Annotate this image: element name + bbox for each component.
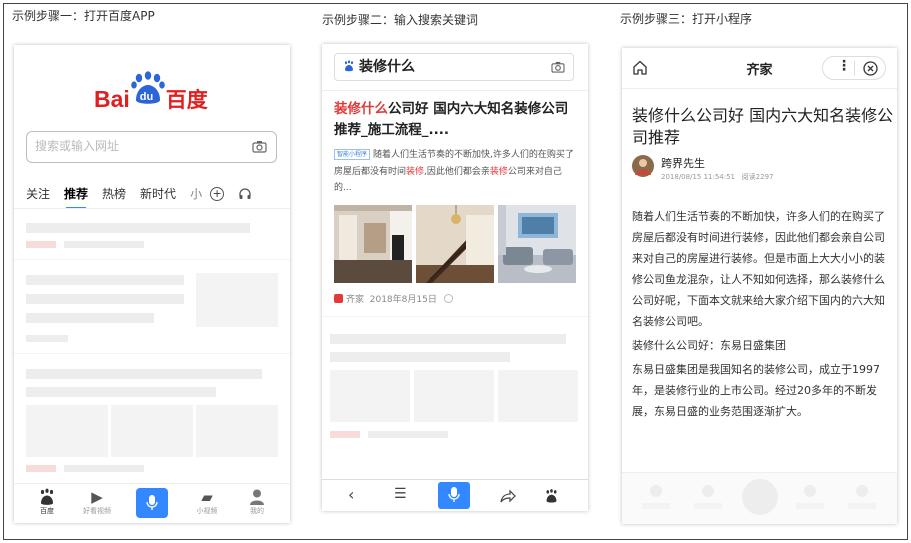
- microphone-icon: [448, 487, 460, 502]
- bottom-toolbar: [622, 472, 897, 524]
- back-icon[interactable]: ‹: [348, 485, 354, 504]
- paw-icon[interactable]: [544, 489, 559, 503]
- skeleton-line: [368, 431, 448, 438]
- skeleton-button: [742, 479, 778, 515]
- skeleton-image: [26, 405, 108, 457]
- skeleton-image: [330, 370, 410, 422]
- article-body: 随着人们生活节奏的不断加快，许多人们的在购买了房屋后都没有时间进行装修，因此他们…: [632, 206, 894, 425]
- result-meta: 齐家 2018年8月15日: [334, 292, 453, 305]
- camera-icon[interactable]: [551, 61, 565, 73]
- phone-mini-program: 齐家 ⋮ 装修什么公司好 国内六大知名装修公司推荐 跨界先生 2018/08/1…: [622, 48, 897, 524]
- article-meta: 2018/08/15 11:54:51 阅读2297: [661, 173, 774, 181]
- close-icon[interactable]: [863, 61, 878, 76]
- author-avatar[interactable]: [632, 155, 654, 177]
- browser-toolbar: ‹ ☰: [322, 479, 588, 511]
- paw-icon: [344, 60, 354, 72]
- search-input[interactable]: 搜索或输入网址: [26, 131, 277, 163]
- phone-baidu-home: Bai du 百度 搜索或输入网址 关注 推荐 热榜 新时代 小 + 百度 ▶ …: [14, 45, 290, 523]
- nav-baidu[interactable]: 百度: [22, 488, 72, 516]
- skeleton-icon: [856, 485, 868, 497]
- skeleton-line: [64, 241, 144, 248]
- result-image-3[interactable]: [498, 205, 576, 283]
- skeleton-line: [26, 369, 262, 379]
- skeleton-line: [26, 223, 250, 233]
- search-input[interactable]: 装修什么: [334, 53, 574, 81]
- result-image-1[interactable]: [334, 205, 412, 283]
- skeleton-line: [26, 313, 154, 323]
- step3-title: 示例步骤三：打开小程序: [620, 12, 753, 26]
- skeleton-image: [196, 273, 278, 327]
- share-icon[interactable]: [500, 489, 516, 503]
- paw-icon: [40, 488, 54, 505]
- skeleton-image: [414, 370, 494, 422]
- paragraph: 随着人们生活节奏的不断加快，许多人们的在购买了房屋后都没有时间进行装修，因此他们…: [632, 210, 885, 328]
- more-icon[interactable]: ⋮: [837, 58, 851, 74]
- qijia-logo-icon: [334, 294, 343, 303]
- skeleton-line: [330, 352, 510, 362]
- result-title[interactable]: 装修什么公司好 国内六大知名装修公司推荐_施工流程_....: [334, 99, 579, 141]
- skeleton-tag: [330, 431, 360, 438]
- skeleton-line: [26, 275, 184, 285]
- skeleton-icon: [804, 485, 816, 497]
- step1-title: 示例步骤一：打开百度APP: [12, 9, 155, 23]
- baidu-logo: Bai du 百度: [94, 71, 208, 114]
- skeleton-line: [848, 503, 876, 509]
- skeleton-tag: [26, 241, 56, 248]
- menu-icon[interactable]: ☰: [394, 486, 407, 502]
- phone-search-results: 装修什么 装修什么公司好 国内六大知名装修公司推荐_施工流程_.... 智能小程…: [322, 44, 588, 511]
- result-image-2[interactable]: [416, 205, 494, 283]
- step2-title: 示例步骤二：输入搜索关键词: [322, 13, 479, 27]
- tab-follow[interactable]: 关注: [26, 185, 50, 202]
- capsule-menu: ⋮: [822, 56, 886, 80]
- tab-small[interactable]: 小: [190, 185, 202, 202]
- article-title: 装修什么公司好 国内六大知名装修公司推荐: [632, 106, 894, 147]
- add-tab-icon[interactable]: +: [210, 186, 225, 201]
- skeleton-image: [498, 370, 578, 422]
- skeleton-line: [64, 465, 144, 472]
- user-icon: [250, 489, 264, 505]
- info-icon[interactable]: [443, 294, 453, 303]
- feed-tabs: 关注 推荐 热榜 新时代 小 +: [26, 185, 288, 209]
- skeleton-line: [642, 503, 670, 509]
- skeleton-image: [196, 405, 278, 457]
- paragraph: 装修什么公司好：东易日盛集团: [632, 339, 786, 352]
- skeleton-tag: [26, 465, 56, 472]
- video-camera-icon: ▰: [201, 488, 213, 506]
- skeleton-icon: [702, 485, 714, 497]
- play-icon: ▶: [91, 488, 103, 506]
- skeleton-line: [26, 294, 184, 304]
- mini-program-tag: 智能小程序: [334, 149, 371, 160]
- bottom-nav: 百度 ▶ 好看视频 ▰ 小视频 我的: [14, 483, 290, 523]
- voice-search-button[interactable]: [136, 488, 168, 518]
- nav-short-video[interactable]: ▰ 小视频: [182, 488, 232, 516]
- tab-new-era[interactable]: 新时代: [140, 185, 176, 202]
- voice-search-button[interactable]: [438, 482, 470, 509]
- camera-icon[interactable]: [252, 140, 267, 153]
- nav-haokan-video[interactable]: ▶ 好看视频: [72, 488, 122, 516]
- paragraph: 东易日盛集团是我国知名的装修公司，成立于1997年，是装修行业的上市公司。经过2…: [632, 363, 880, 418]
- tab-recommend[interactable]: 推荐: [64, 185, 88, 209]
- skeleton-line: [694, 503, 722, 509]
- skeleton-icon: [650, 485, 662, 497]
- skeleton-line: [26, 335, 68, 342]
- result-description: 智能小程序 随着人们生活节奏的不断加快,许多人们的在购买了房屋后都没有时间装修,因…: [334, 149, 574, 193]
- skeleton-line: [796, 503, 824, 509]
- headphones-icon[interactable]: [238, 187, 252, 201]
- skeleton-line: [330, 334, 566, 344]
- author-name[interactable]: 跨界先生: [661, 155, 705, 171]
- nav-mine[interactable]: 我的: [232, 488, 282, 516]
- microphone-icon: [146, 495, 158, 510]
- skeleton-line: [26, 387, 216, 397]
- skeleton-image: [111, 405, 193, 457]
- tab-hot[interactable]: 热榜: [102, 185, 126, 202]
